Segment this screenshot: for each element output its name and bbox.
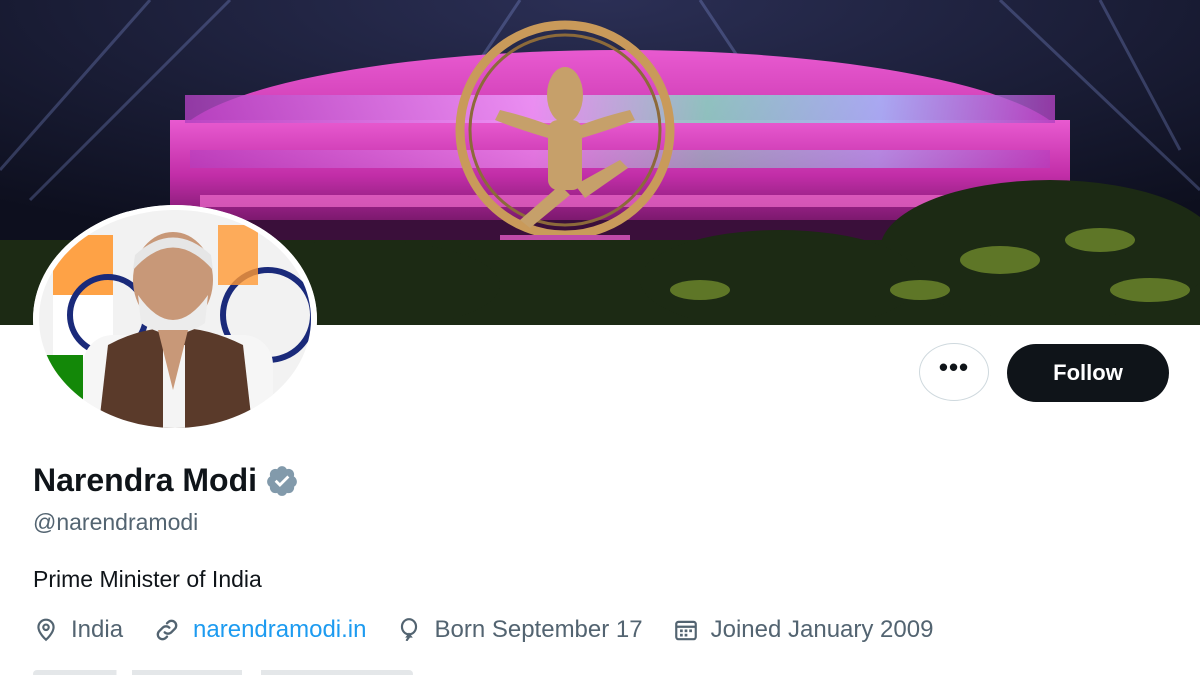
avatar[interactable] — [33, 205, 317, 433]
profile-photo — [33, 205, 317, 433]
link-icon — [156, 619, 178, 641]
verified-badge-icon[interactable] — [265, 464, 299, 498]
location-pin-icon — [37, 618, 55, 642]
calendar-icon — [674, 620, 697, 641]
website-item[interactable]: narendramodi.in — [153, 616, 366, 644]
balloon-icon — [401, 618, 418, 641]
follow-counts-row-cutoff — [33, 662, 433, 675]
joined-item: Joined January 2009 — [673, 616, 934, 644]
more-options-button[interactable]: ••• — [919, 343, 989, 401]
birthday-text: Born September 17 — [434, 616, 643, 643]
website-link[interactable]: narendramodi.in — [193, 616, 366, 644]
location-item: India — [33, 616, 123, 644]
more-dots-icon: ••• — [938, 352, 970, 382]
birthday-item: Born September 17 — [396, 616, 643, 644]
display-name: Narendra Modi — [33, 462, 258, 498]
follow-button[interactable]: Follow — [1007, 344, 1169, 402]
user-handle: @narendramodi — [33, 509, 199, 535]
joined-text: Joined January 2009 — [710, 616, 934, 643]
bio: Prime Minister of India — [33, 566, 262, 592]
name-row: Narendra Modi — [33, 462, 299, 499]
location-text: India — [71, 616, 124, 643]
profile-meta: India narendramodi.in Born September 17 … — [33, 616, 963, 644]
